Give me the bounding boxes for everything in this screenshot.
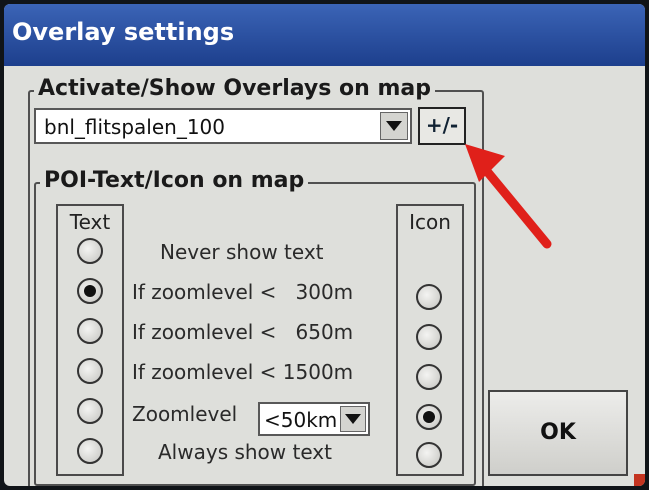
option-label-zoomlevel: Zoomlevel [132,402,238,426]
overlay-settings-window: Overlay settings Activate/Show Overlays … [4,4,645,486]
ok-button[interactable]: OK [488,390,628,476]
text-column-header: Text [69,210,111,234]
text-radio-never[interactable] [77,238,103,264]
option-label-1500m: If zoomlevel < 1500m [132,360,354,384]
text-radio-always[interactable] [77,438,103,464]
icon-radio-always[interactable] [416,442,442,468]
title-bar: Overlay settings [4,4,645,66]
icon-column-header: Icon [409,210,451,234]
overlay-select-dropdown-button[interactable] [380,112,408,140]
zoomlevel-select-value: <50km [264,408,338,432]
text-radio-650m[interactable] [77,318,103,344]
corner-marker [634,474,645,486]
icon-radio-zoomlevel[interactable] [416,404,442,430]
zoomlevel-select[interactable]: <50km [258,402,370,436]
overlay-select-value: bnl_flitspalen_100 [44,115,226,139]
zoomlevel-dropdown-button[interactable] [340,406,366,432]
text-radio-zoomlevel[interactable] [77,398,103,424]
annotation-arrow-icon [465,144,552,249]
chevron-down-icon [345,414,361,424]
icon-radio-650m[interactable] [416,324,442,350]
option-label-300m: If zoomlevel < 300m [132,280,354,304]
text-radio-300m[interactable] [77,278,103,304]
icon-radio-1500m[interactable] [416,364,442,390]
option-label-always: Always show text [158,440,332,464]
option-label-never: Never show text [160,240,324,264]
option-label-650m: If zoomlevel < 650m [132,320,354,344]
icon-radio-300m[interactable] [416,284,442,310]
overlay-select[interactable]: bnl_flitspalen_100 [34,108,412,144]
poi-group-legend: POI-Text/Icon on map [40,168,309,193]
text-radio-1500m[interactable] [77,358,103,384]
window-title: Overlay settings [12,18,235,46]
chevron-down-icon [386,121,402,131]
overlays-group-legend: Activate/Show Overlays on map [34,76,435,101]
